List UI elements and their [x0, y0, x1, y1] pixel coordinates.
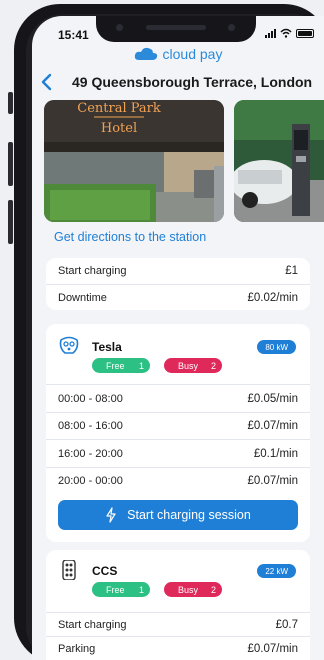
directions-link[interactable]: Get directions to the station — [54, 230, 206, 244]
power-badge: 80 kW — [257, 340, 296, 354]
status-time: 15:41 — [58, 28, 89, 42]
tesla-plug-icon — [59, 336, 79, 354]
connector-header: Tesla 80 kW Free 1 Busy 2 — [58, 336, 298, 376]
busy-status-badge: Busy 2 — [164, 582, 222, 597]
ccs-plug-icon — [62, 560, 76, 580]
rate-price: £0.7 — [275, 618, 298, 631]
app-screen: 15:41 cloud pay 49 Queensborough Terrace… — [32, 16, 324, 660]
status-icons — [265, 28, 314, 38]
hotel-sign-line2: Hotel — [101, 121, 137, 136]
station-photo-hotel[interactable]: Central Park Hotel — [44, 100, 224, 222]
connector-card-tesla: Tesla 80 kW Free 1 Busy 2 00:00 - 08:00 … — [46, 324, 310, 542]
free-label: Free — [106, 360, 125, 371]
connector-name: Tesla — [92, 340, 122, 354]
signal-icon — [265, 28, 276, 38]
back-arrow-icon[interactable] — [38, 72, 56, 92]
free-status-badge: Free 1 — [92, 582, 150, 597]
busy-label: Busy — [178, 360, 199, 371]
busy-label: Busy — [178, 584, 199, 595]
rate-time: Parking — [58, 642, 96, 655]
price-row: Downtime £0.02/min — [46, 284, 310, 310]
volume-down-button — [8, 200, 13, 244]
busy-status-badge: Busy 2 — [164, 358, 222, 373]
rate-price: £0.07/min — [247, 420, 298, 432]
rate-price: £0.1/min — [253, 447, 298, 460]
mute-switch — [8, 92, 13, 114]
rate-row: 08:00 - 16:00 £0.07/min — [46, 412, 310, 439]
rate-row: 00:00 - 08:00 £0.05/min — [46, 384, 310, 412]
free-status-badge: Free 1 — [92, 358, 150, 373]
rate-time: 00:00 - 08:00 — [58, 392, 123, 405]
power-badge: 22 kW — [257, 564, 296, 578]
busy-count: 2 — [210, 584, 216, 595]
rate-row: Parking £0.07/min — [46, 636, 310, 660]
brand-logo: cloud pay — [32, 46, 324, 62]
rate-price: £0.07/min — [247, 642, 298, 655]
lightning-icon — [106, 507, 116, 523]
start-charging-session-label: Start charging session — [127, 508, 251, 522]
battery-icon — [296, 28, 314, 38]
price-value: £1 — [285, 265, 298, 277]
rate-row: 20:00 - 00:00 £0.07/min — [46, 467, 310, 494]
free-count: 1 — [138, 584, 144, 595]
rate-time: 20:00 - 00:00 — [58, 475, 123, 487]
speaker-grille — [146, 25, 206, 30]
sensor-dot — [116, 24, 123, 31]
price-value: £0.02/min — [247, 291, 298, 304]
notch — [96, 16, 256, 42]
rate-time: Start charging — [58, 618, 127, 631]
connector-header: CCS 22 kW Free 1 Busy 2 — [58, 560, 298, 600]
cloud-icon — [134, 47, 157, 60]
page-title: 49 Queensborough Terrace, London — [72, 74, 313, 90]
volume-up-button — [8, 142, 13, 186]
price-label: Start charging — [58, 265, 127, 277]
wifi-icon — [280, 28, 292, 38]
station-photo-charger[interactable] — [234, 100, 324, 222]
connector-name: CCS — [92, 564, 118, 578]
hotel-sign-line1: Central Park — [77, 101, 161, 116]
general-pricing-card: Start charging £1 Downtime £0.02/min — [46, 258, 310, 310]
camera-dot — [228, 24, 235, 31]
price-row: Start charging £1 — [46, 258, 310, 284]
page-header: 49 Queensborough Terrace, London — [32, 72, 324, 94]
busy-count: 2 — [210, 360, 216, 371]
rate-price: £0.07/min — [247, 475, 298, 487]
start-charging-session-button[interactable]: Start charging session — [58, 500, 298, 530]
price-label: Downtime — [58, 291, 107, 304]
free-label: Free — [106, 584, 125, 595]
rate-time: 08:00 - 16:00 — [58, 420, 123, 432]
rate-time: 16:00 - 20:00 — [58, 447, 123, 460]
rate-row: Start charging £0.7 — [46, 612, 310, 636]
rate-price: £0.05/min — [247, 392, 298, 405]
brand-name: cloud pay — [162, 46, 223, 62]
rate-row: 16:00 - 20:00 £0.1/min — [46, 439, 310, 467]
free-count: 1 — [138, 360, 144, 371]
connector-card-ccs: CCS 22 kW Free 1 Busy 2 Start charging £… — [46, 550, 310, 660]
